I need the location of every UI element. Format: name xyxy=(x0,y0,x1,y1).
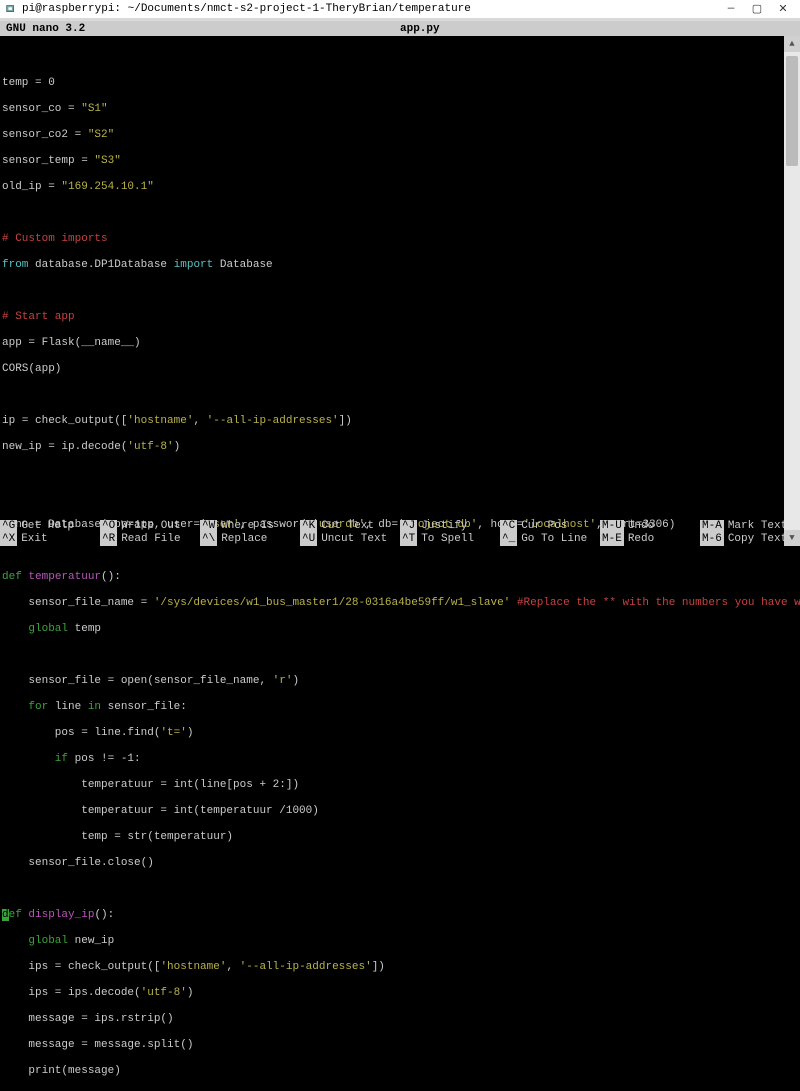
code-line: def temperatuur(): xyxy=(0,571,800,584)
code-line: sensor_file_name = '/sys/devices/w1_bus_… xyxy=(0,597,800,610)
shortcut-exit: ^XExit xyxy=(0,533,100,546)
code-line: sensor_file.close() xyxy=(0,857,800,870)
code-line: sensor_co = "S1" xyxy=(0,103,800,116)
scroll-down-button[interactable]: ▼ xyxy=(784,530,800,546)
code-line: ips = check_output(['hostname', '--all-i… xyxy=(0,961,800,974)
code-line xyxy=(0,545,800,558)
code-line xyxy=(0,467,800,480)
code-line: temp = str(temperatuur) xyxy=(0,831,800,844)
nano-shortcut-bar: ^GGet Help ^OWrite Out ^WWhere Is ^KCut … xyxy=(0,520,800,546)
code-line: # Custom imports xyxy=(0,233,800,246)
code-line: global new_ip xyxy=(0,935,800,948)
code-line: ip = check_output(['hostname', '--all-ip… xyxy=(0,415,800,428)
vertical-scrollbar[interactable]: ▲ ▼ xyxy=(784,36,800,546)
nano-filename: app.py xyxy=(400,23,800,35)
shortcut-cur-pos: ^CCur Pos xyxy=(500,520,600,533)
cursor: d xyxy=(2,909,9,921)
shortcut-justify: ^JJustify xyxy=(400,520,500,533)
shortcut-read-file: ^RRead File xyxy=(100,533,200,546)
code-line: temperatuur = int(temperatuur /1000) xyxy=(0,805,800,818)
shortcut-go-to-line: ^_Go To Line xyxy=(500,533,600,546)
nano-header: GNU nano 3.2 app.py xyxy=(0,21,800,36)
maximize-button[interactable]: ▢ xyxy=(744,0,770,18)
code-line: sensor_co2 = "S2" xyxy=(0,129,800,142)
shortcut-undo: M-UUndo xyxy=(600,520,700,533)
shortcut-get-help: ^GGet Help xyxy=(0,520,100,533)
code-line xyxy=(0,51,800,64)
code-line: from database.DP1Database import Databas… xyxy=(0,259,800,272)
code-line xyxy=(0,285,800,298)
code-line xyxy=(0,493,800,506)
shortcut-row-1: ^GGet Help ^OWrite Out ^WWhere Is ^KCut … xyxy=(0,520,800,533)
code-line: CORS(app) xyxy=(0,363,800,376)
code-line: global temp xyxy=(0,623,800,636)
code-line xyxy=(0,389,800,402)
code-line: sensor_temp = "S3" xyxy=(0,155,800,168)
code-line: message = message.split() xyxy=(0,1039,800,1052)
scroll-up-button[interactable]: ▲ xyxy=(784,36,800,52)
shortcut-row-2: ^XExit ^RRead File ^\Replace ^UUncut Tex… xyxy=(0,533,800,546)
code-line: temperatuur = int(line[pos + 2:]) xyxy=(0,779,800,792)
scroll-thumb[interactable] xyxy=(786,56,798,166)
shortcut-uncut-text: ^UUncut Text xyxy=(300,533,400,546)
code-line xyxy=(0,883,800,896)
shortcut-to-spell: ^TTo Spell xyxy=(400,533,500,546)
window-title: pi@raspberrypi: ~/Documents/nmct-s2-proj… xyxy=(22,3,718,15)
code-line: ips = ips.decode('utf-8') xyxy=(0,987,800,1000)
shortcut-redo: M-ERedo xyxy=(600,533,700,546)
code-line: def display_ip(): xyxy=(0,909,800,922)
shortcut-where-is: ^WWhere Is xyxy=(200,520,300,533)
code-line: temp = 0 xyxy=(0,77,800,90)
code-line: if pos != -1: xyxy=(0,753,800,766)
code-line: message = ips.rstrip() xyxy=(0,1013,800,1026)
code-editor[interactable]: temp = 0 sensor_co = "S1" sensor_co2 = "… xyxy=(0,36,800,1091)
window-title-bar: pi@raspberrypi: ~/Documents/nmct-s2-proj… xyxy=(0,0,800,18)
code-line: sensor_file = open(sensor_file_name, 'r'… xyxy=(0,675,800,688)
nano-version: GNU nano 3.2 xyxy=(0,23,400,35)
code-line xyxy=(0,207,800,220)
window-buttons: — ▢ ✕ xyxy=(718,0,796,18)
code-line xyxy=(0,649,800,662)
code-line: old_ip = "169.254.10.1" xyxy=(0,181,800,194)
minimize-button[interactable]: — xyxy=(718,0,744,18)
code-line: for line in sensor_file: xyxy=(0,701,800,714)
code-line: pos = line.find('t=') xyxy=(0,727,800,740)
code-line: app = Flask(__name__) xyxy=(0,337,800,350)
code-line: # Start app xyxy=(0,311,800,324)
shortcut-cut-text: ^KCut Text xyxy=(300,520,400,533)
code-line: new_ip = ip.decode('utf-8') xyxy=(0,441,800,454)
close-button[interactable]: ✕ xyxy=(770,0,796,18)
code-line: print(message) xyxy=(0,1065,800,1078)
shortcut-write-out: ^OWrite Out xyxy=(100,520,200,533)
putty-icon xyxy=(4,2,18,16)
shortcut-replace: ^\Replace xyxy=(200,533,300,546)
